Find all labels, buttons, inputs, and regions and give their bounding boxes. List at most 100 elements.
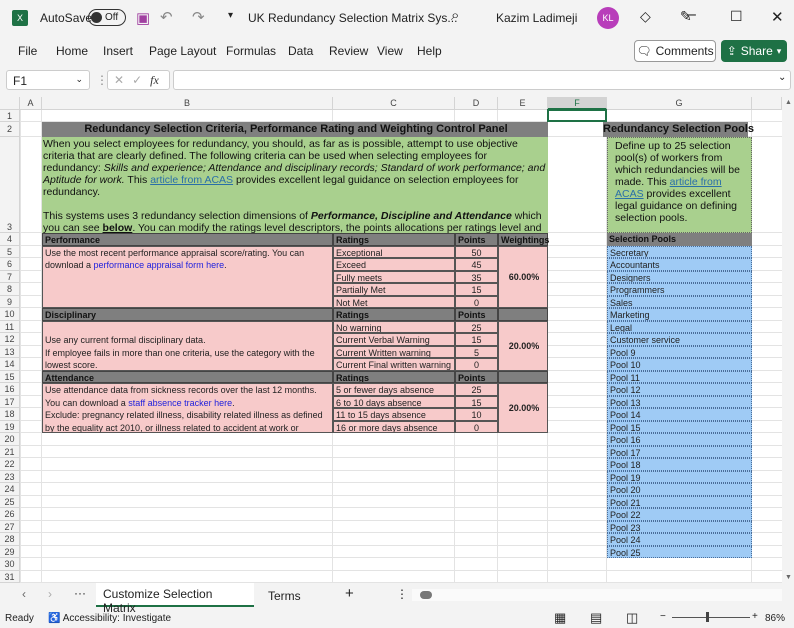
pool-item[interactable]: Legal bbox=[607, 320, 752, 333]
row-header-8[interactable]: 8 bbox=[0, 283, 20, 296]
column-header-e[interactable]: E bbox=[498, 97, 548, 110]
row-header-29[interactable]: 29 bbox=[0, 545, 20, 558]
pool-item[interactable]: Pool 14 bbox=[607, 408, 752, 421]
pool-item[interactable]: Pool 20 bbox=[607, 483, 752, 496]
maximize-icon[interactable]: ☐ bbox=[730, 8, 743, 25]
normal-view-icon[interactable]: ▦ bbox=[554, 610, 566, 626]
share-button[interactable]: ⇪ Share ▾ bbox=[721, 40, 787, 62]
column-header-a[interactable]: A bbox=[20, 97, 42, 110]
row-header-11[interactable]: 11 bbox=[0, 320, 20, 333]
row-header-22[interactable]: 22 bbox=[0, 458, 20, 471]
pool-item[interactable]: Pool 9 bbox=[607, 345, 752, 358]
fx-icon[interactable]: fx bbox=[150, 73, 159, 88]
menu-insert[interactable]: Insert bbox=[103, 44, 133, 58]
row-header-13[interactable]: 13 bbox=[0, 345, 20, 358]
row-header-30[interactable]: 30 bbox=[0, 558, 20, 571]
accessibility-status[interactable]: ♿ Accessibility: Investigate bbox=[48, 613, 171, 624]
expand-formula-icon[interactable]: ⌄ bbox=[778, 72, 786, 83]
name-box[interactable]: F1 ⌄ bbox=[6, 70, 90, 90]
tab-terms[interactable]: Terms bbox=[268, 589, 301, 603]
autosave-toggle[interactable]: Off bbox=[88, 9, 126, 26]
row-header-3[interactable]: 3 bbox=[0, 137, 20, 233]
acas-article-link[interactable]: article from ACAS bbox=[150, 174, 233, 186]
row-header-28[interactable]: 28 bbox=[0, 533, 20, 546]
selected-cell-f1[interactable] bbox=[547, 109, 607, 122]
close-icon[interactable]: ✕ bbox=[771, 8, 784, 26]
search-icon[interactable]: ⌕ bbox=[451, 7, 459, 24]
pool-item[interactable]: Pool 15 bbox=[607, 420, 752, 433]
pool-item[interactable]: Pool 18 bbox=[607, 458, 752, 471]
select-all-corner[interactable] bbox=[0, 97, 20, 110]
row-header-12[interactable]: 12 bbox=[0, 333, 20, 346]
column-header-c[interactable]: C bbox=[333, 97, 455, 110]
row-header-1[interactable]: 1 bbox=[0, 110, 20, 122]
column-header-g[interactable]: G bbox=[607, 97, 752, 110]
menu-help[interactable]: Help bbox=[417, 44, 442, 58]
row-header-24[interactable]: 24 bbox=[0, 483, 20, 496]
pool-item[interactable]: Pool 10 bbox=[607, 358, 752, 371]
menu-review[interactable]: Review bbox=[329, 44, 368, 58]
row-header-20[interactable]: 20 bbox=[0, 433, 20, 446]
menu-formulas[interactable]: Formulas bbox=[226, 44, 276, 58]
menu-page-layout[interactable]: Page Layout bbox=[149, 44, 216, 58]
pool-item[interactable]: Accountants bbox=[607, 258, 752, 271]
pool-item[interactable]: Designers bbox=[607, 270, 752, 283]
minimize-icon[interactable]: – bbox=[687, 6, 696, 24]
row-header-2[interactable]: 2 bbox=[0, 122, 20, 137]
page-break-view-icon[interactable]: ◫ bbox=[626, 610, 638, 626]
row-header-4[interactable]: 4 bbox=[0, 233, 20, 246]
pool-item[interactable]: Pool 17 bbox=[607, 445, 752, 458]
customize-qat-icon[interactable]: ▾ bbox=[228, 10, 233, 21]
pool-item[interactable]: Pool 13 bbox=[607, 395, 752, 408]
formula-input[interactable] bbox=[173, 70, 791, 90]
row-header-6[interactable]: 6 bbox=[0, 258, 20, 271]
vertical-scrollbar[interactable]: ▲ ▼ bbox=[782, 97, 794, 583]
row-header-14[interactable]: 14 bbox=[0, 358, 20, 371]
row-header-17[interactable]: 17 bbox=[0, 395, 20, 408]
undo-icon[interactable]: ↶ bbox=[160, 8, 173, 26]
add-sheet-icon[interactable]: + bbox=[345, 585, 354, 602]
download-link[interactable]: performance appraisal form here bbox=[94, 260, 225, 270]
row-header-23[interactable]: 23 bbox=[0, 470, 20, 483]
menu-data[interactable]: Data bbox=[288, 44, 313, 58]
pool-item[interactable]: Pool 21 bbox=[607, 495, 752, 508]
row-header-25[interactable]: 25 bbox=[0, 495, 20, 508]
row-header-31[interactable]: 31 bbox=[0, 570, 20, 583]
comments-button[interactable]: 🗨 Comments bbox=[634, 40, 716, 62]
menu-view[interactable]: View bbox=[377, 44, 403, 58]
cancel-icon[interactable]: ✕ bbox=[114, 73, 124, 87]
row-header-15[interactable]: 15 bbox=[0, 370, 20, 383]
column-header-d[interactable]: D bbox=[455, 97, 498, 110]
zoom-slider[interactable]: − + bbox=[660, 611, 760, 622]
enter-icon[interactable]: ✓ bbox=[132, 73, 142, 87]
pool-item[interactable]: Marketing bbox=[607, 308, 752, 321]
pool-item[interactable]: Pool 22 bbox=[607, 508, 752, 521]
pool-item[interactable]: Pool 23 bbox=[607, 520, 752, 533]
row-header-19[interactable]: 19 bbox=[0, 420, 20, 433]
horizontal-scrollbar[interactable] bbox=[412, 589, 782, 601]
pool-item[interactable]: Pool 12 bbox=[607, 383, 752, 396]
row-header-26[interactable]: 26 bbox=[0, 508, 20, 521]
redo-icon[interactable]: ↷ bbox=[192, 8, 205, 26]
row-header-7[interactable]: 7 bbox=[0, 270, 20, 283]
pool-item[interactable]: Programmers bbox=[607, 283, 752, 296]
menu-file[interactable]: File bbox=[18, 44, 37, 58]
pool-item[interactable]: Sales bbox=[607, 295, 752, 308]
avatar[interactable]: KL bbox=[597, 7, 619, 29]
pool-item[interactable]: Pool 16 bbox=[607, 433, 752, 446]
save-icon[interactable]: ▣ bbox=[136, 9, 150, 27]
more-sheets-icon[interactable]: ··· bbox=[74, 586, 86, 600]
row-header-18[interactable]: 18 bbox=[0, 408, 20, 421]
row-header-10[interactable]: 10 bbox=[0, 308, 20, 321]
row-header-9[interactable]: 9 bbox=[0, 295, 20, 308]
pool-item[interactable]: Pool 24 bbox=[607, 533, 752, 546]
pool-item[interactable]: Pool 11 bbox=[607, 370, 752, 383]
page-layout-view-icon[interactable]: ▤ bbox=[590, 610, 602, 626]
download-link[interactable]: staff absence tracker here bbox=[128, 398, 232, 408]
pool-item[interactable]: Pool 19 bbox=[607, 470, 752, 483]
prev-sheet-icon[interactable]: ‹ bbox=[22, 587, 26, 601]
row-header-27[interactable]: 27 bbox=[0, 520, 20, 533]
row-header-21[interactable]: 21 bbox=[0, 445, 20, 458]
row-header-16[interactable]: 16 bbox=[0, 383, 20, 396]
diamond-icon[interactable]: ◇ bbox=[640, 8, 651, 25]
